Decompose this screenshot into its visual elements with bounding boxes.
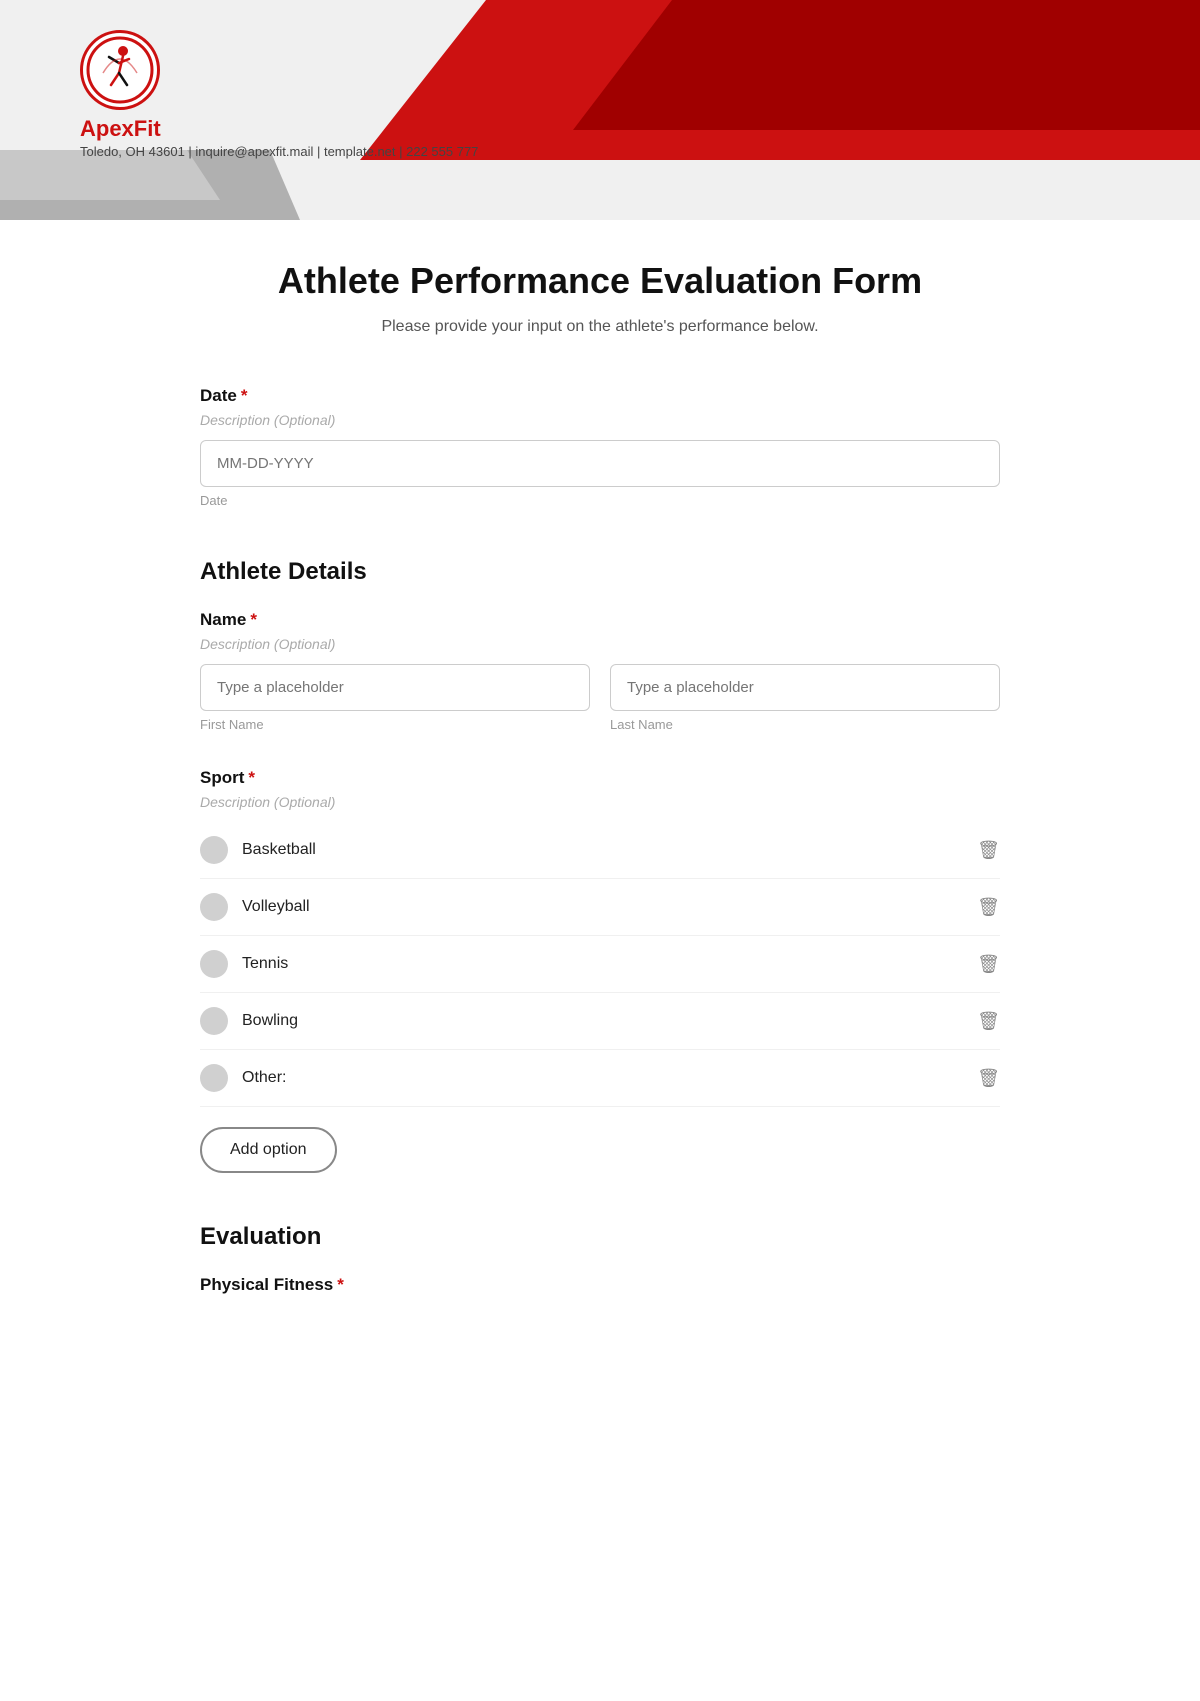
delete-bowling-icon[interactable]: 🗑 <box>977 1011 1000 1032</box>
sport-option-bowling: Bowling 🗑 <box>200 993 1000 1050</box>
first-name-input[interactable] <box>200 664 590 711</box>
date-label: Date* <box>200 386 1000 406</box>
physical-fitness-required-star: * <box>337 1275 344 1294</box>
page-header: ApexFit Toledo, OH 43601 | inquire@apexf… <box>0 0 1200 220</box>
logo-circle <box>80 30 160 110</box>
date-description: Description (Optional) <box>200 412 1000 428</box>
first-name-wrap: First Name <box>200 664 590 732</box>
sport-radio-options: Basketball 🗑 Volleyball 🗑 Tenn <box>200 822 1000 1107</box>
radio-circle-tennis[interactable] <box>200 950 228 978</box>
radio-label-volleyball: Volleyball <box>242 898 310 916</box>
main-content: Athlete Performance Evaluation Form Plea… <box>140 220 1060 1375</box>
sport-field-group: Sport* Description (Optional) Basketball… <box>200 768 1000 1173</box>
last-name-hint: Last Name <box>610 717 1000 732</box>
first-name-hint: First Name <box>200 717 590 732</box>
logo-contact: Toledo, OH 43601 | inquire@apexfit.mail … <box>80 144 478 159</box>
last-name-input[interactable] <box>610 664 1000 711</box>
evaluation-section: Evaluation Physical Fitness* <box>200 1223 1000 1295</box>
evaluation-title: Evaluation <box>200 1223 1000 1251</box>
last-name-wrap: Last Name <box>610 664 1000 732</box>
form-subtitle: Please provide your input on the athlete… <box>200 318 1000 336</box>
sport-description: Description (Optional) <box>200 794 1000 810</box>
logo-svg <box>85 35 155 105</box>
radio-label-tennis: Tennis <box>242 955 288 973</box>
name-label: Name* <box>200 610 1000 630</box>
radio-circle-volleyball[interactable] <box>200 893 228 921</box>
radio-circle-basketball[interactable] <box>200 836 228 864</box>
radio-circle-other[interactable] <box>200 1064 228 1092</box>
date-required-star: * <box>241 386 248 405</box>
athlete-details-section: Athlete Details Name* Description (Optio… <box>200 558 1000 1173</box>
sport-option-tennis: Tennis 🗑 <box>200 936 1000 993</box>
radio-label-basketball: Basketball <box>242 841 316 859</box>
logo-area: ApexFit Toledo, OH 43601 | inquire@apexf… <box>80 30 478 159</box>
radio-circle-bowling[interactable] <box>200 1007 228 1035</box>
sport-option-other: Other: 🗑 <box>200 1050 1000 1107</box>
name-required-star: * <box>250 610 257 629</box>
physical-fitness-label: Physical Fitness* <box>200 1275 1000 1295</box>
date-input[interactable] <box>200 440 1000 487</box>
radio-label-other: Other: <box>242 1069 286 1087</box>
name-inputs-row: First Name Last Name <box>200 664 1000 732</box>
date-hint: Date <box>200 493 1000 508</box>
delete-other-icon[interactable]: 🗑 <box>977 1068 1000 1089</box>
athlete-details-title: Athlete Details <box>200 558 1000 586</box>
logo-name: ApexFit <box>80 116 161 142</box>
name-field-group: Name* Description (Optional) First Name … <box>200 610 1000 732</box>
radio-label-bowling: Bowling <box>242 1012 298 1030</box>
delete-basketball-icon[interactable]: 🗑 <box>977 840 1000 861</box>
sport-option-volleyball: Volleyball 🗑 <box>200 879 1000 936</box>
sport-required-star: * <box>248 768 255 787</box>
name-description: Description (Optional) <box>200 636 1000 652</box>
add-option-label: Add option <box>230 1141 307 1159</box>
sport-label: Sport* <box>200 768 1000 788</box>
delete-tennis-icon[interactable]: 🗑 <box>977 954 1000 975</box>
form-title: Athlete Performance Evaluation Form <box>200 260 1000 302</box>
add-option-button[interactable]: Add option <box>200 1127 337 1173</box>
delete-volleyball-icon[interactable]: 🗑 <box>977 897 1000 918</box>
sport-option-basketball: Basketball 🗑 <box>200 822 1000 879</box>
date-field-group: Date* Description (Optional) Date <box>200 386 1000 508</box>
